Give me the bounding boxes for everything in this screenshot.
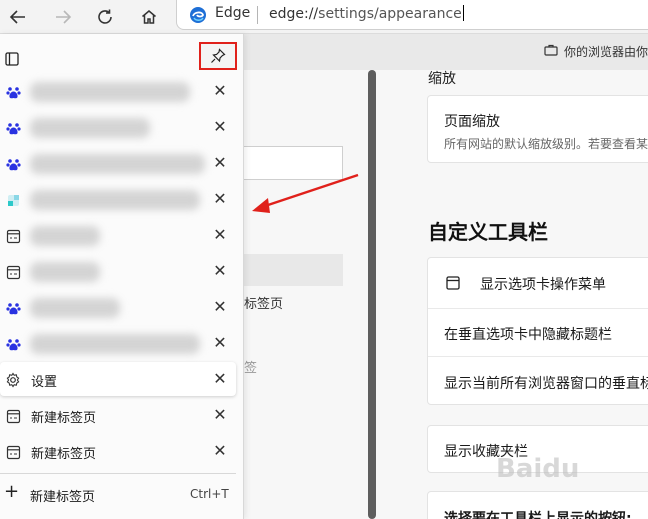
blurred-tab-title bbox=[30, 190, 200, 210]
zoom-card: 页面缩放 所有网站的默认缩放级别。若要查看某 bbox=[427, 95, 648, 163]
row-hide-title-bar[interactable]: 在垂直选项卡中隐藏标题栏 bbox=[444, 324, 612, 344]
gear-icon bbox=[5, 372, 21, 388]
window-icon bbox=[5, 408, 21, 424]
tab-item[interactable]: ✕ bbox=[0, 290, 236, 324]
back-button[interactable] bbox=[5, 4, 31, 30]
row-divider bbox=[428, 308, 648, 309]
close-tab-icon[interactable]: ✕ bbox=[211, 226, 229, 244]
address-brand-label: Edge bbox=[215, 5, 251, 21]
managed-notice[interactable]: 你的浏览器由你 bbox=[564, 43, 648, 60]
tab-item[interactable]: ✕ bbox=[0, 218, 236, 252]
choose-buttons-card: 选择要在工具栏上显示的按钮: bbox=[427, 491, 648, 519]
close-tab-icon[interactable]: ✕ bbox=[211, 406, 229, 424]
blurred-tab-title bbox=[30, 82, 190, 102]
edge-logo-icon bbox=[190, 7, 206, 23]
close-tab-icon[interactable]: ✕ bbox=[211, 82, 229, 100]
settings-nav-fragment-2: 签 bbox=[244, 361, 258, 376]
url-scheme: edge:// bbox=[269, 6, 319, 22]
close-tab-icon[interactable]: ✕ bbox=[211, 298, 229, 316]
pin-pane-button[interactable] bbox=[199, 42, 237, 70]
zoom-section-heading: 缩放 bbox=[428, 71, 456, 87]
close-tab-icon[interactable]: ✕ bbox=[211, 370, 229, 388]
row-tab-actions[interactable]: 显示选项卡操作菜单 bbox=[480, 274, 606, 294]
tab-title: 新建标签页 bbox=[31, 447, 97, 462]
row-divider bbox=[428, 356, 648, 357]
close-tab-icon[interactable]: ✕ bbox=[211, 442, 229, 460]
forward-arrow-icon bbox=[56, 10, 72, 24]
close-tab-icon[interactable]: ✕ bbox=[211, 154, 229, 172]
blurred-tab-title bbox=[30, 334, 200, 354]
blurred-tab-title bbox=[30, 298, 120, 318]
panel-divider bbox=[0, 473, 236, 474]
toolbar-card: 显示选项卡操作菜单 在垂直选项卡中隐藏标题栏 显示当前所有浏览器窗口的垂直标 bbox=[427, 257, 648, 405]
watermark: Baidu bbox=[496, 454, 580, 484]
vertical-tabs-panel: ✕ ✕ ✕ ✕ ✕ ✕ ✕ ✕ 设置 ✕ 新建标签页 ✕ 新建标签页 ✕ + 新建标签页 Ctrl+T bbox=[0, 34, 244, 519]
new-tab-shortcut: Ctrl+T bbox=[190, 487, 229, 501]
baidu-paw-icon bbox=[5, 300, 21, 316]
address-bar[interactable]: Edge edge://settings/appearance bbox=[176, 0, 648, 30]
forward-button[interactable] bbox=[50, 4, 76, 30]
home-button[interactable] bbox=[136, 4, 162, 30]
plus-icon[interactable]: + bbox=[4, 483, 19, 501]
text-cursor bbox=[462, 5, 464, 21]
back-arrow-icon bbox=[9, 10, 25, 24]
close-tab-icon[interactable]: ✕ bbox=[211, 190, 229, 208]
window-icon bbox=[5, 264, 21, 280]
toolbar-section-heading: 自定义工具栏 bbox=[428, 220, 548, 244]
refresh-icon bbox=[98, 9, 112, 24]
baidu-paw-icon bbox=[5, 336, 21, 352]
baidu-paw-icon bbox=[5, 120, 21, 136]
new-tab-button[interactable]: 新建标签页 bbox=[30, 486, 95, 505]
blurred-tab-title bbox=[30, 262, 100, 282]
refresh-button[interactable] bbox=[92, 4, 118, 30]
blurred-tab-title bbox=[30, 118, 150, 138]
close-tab-icon[interactable]: ✕ bbox=[211, 118, 229, 136]
tab-actions-menu-icon[interactable] bbox=[5, 52, 19, 66]
browser-toolbar: Edge edge://settings/appearance bbox=[0, 0, 648, 34]
zoom-description: 所有网站的默认缩放级别。若要查看某 bbox=[444, 137, 648, 151]
tab-actions-icon bbox=[446, 276, 460, 290]
briefcase-icon bbox=[544, 44, 558, 56]
zoom-title: 页面缩放 bbox=[444, 114, 500, 130]
settings-nav-selected[interactable] bbox=[244, 254, 343, 286]
tab-item[interactable]: 新建标签页 ✕ bbox=[0, 398, 236, 432]
tab-item[interactable]: ✕ bbox=[0, 326, 236, 360]
home-icon bbox=[142, 10, 156, 24]
colorful-app-icon bbox=[5, 192, 21, 208]
baidu-paw-icon bbox=[5, 84, 21, 100]
url-path: settings/appearance bbox=[318, 6, 462, 22]
settings-nav-fragment: 标签页 bbox=[244, 297, 284, 312]
tab-item[interactable]: 新建标签页 ✕ bbox=[0, 434, 236, 468]
window-icon bbox=[5, 228, 21, 244]
blurred-tab-title bbox=[30, 226, 100, 246]
address-url[interactable]: edge://settings/appearance bbox=[269, 5, 464, 22]
tab-item[interactable]: ✕ bbox=[0, 182, 236, 216]
close-tab-icon[interactable]: ✕ bbox=[211, 262, 229, 280]
pin-icon bbox=[211, 48, 226, 63]
tab-item[interactable]: 设置 ✕ bbox=[0, 362, 236, 396]
window-icon bbox=[5, 444, 21, 460]
row-choose-buttons: 选择要在工具栏上显示的按钮: bbox=[444, 511, 632, 519]
close-tab-icon[interactable]: ✕ bbox=[211, 334, 229, 352]
blurred-tab-title bbox=[30, 154, 205, 174]
address-separator bbox=[257, 6, 258, 24]
tab-item[interactable]: ✕ bbox=[0, 74, 236, 108]
row-all-windows[interactable]: 显示当前所有浏览器窗口的垂直标 bbox=[444, 373, 648, 393]
annotation-arrow-icon bbox=[252, 173, 359, 213]
tab-title: 设置 bbox=[31, 375, 58, 390]
tab-item[interactable]: ✕ bbox=[0, 110, 236, 144]
tab-item[interactable]: ✕ bbox=[0, 254, 236, 288]
tab-title: 新建标签页 bbox=[31, 411, 97, 426]
settings-scrollbar[interactable] bbox=[368, 70, 376, 519]
baidu-paw-icon bbox=[5, 156, 21, 172]
tab-item[interactable]: ✕ bbox=[0, 146, 236, 180]
window-notice-bar: 你的浏览器由你 bbox=[244, 34, 648, 70]
